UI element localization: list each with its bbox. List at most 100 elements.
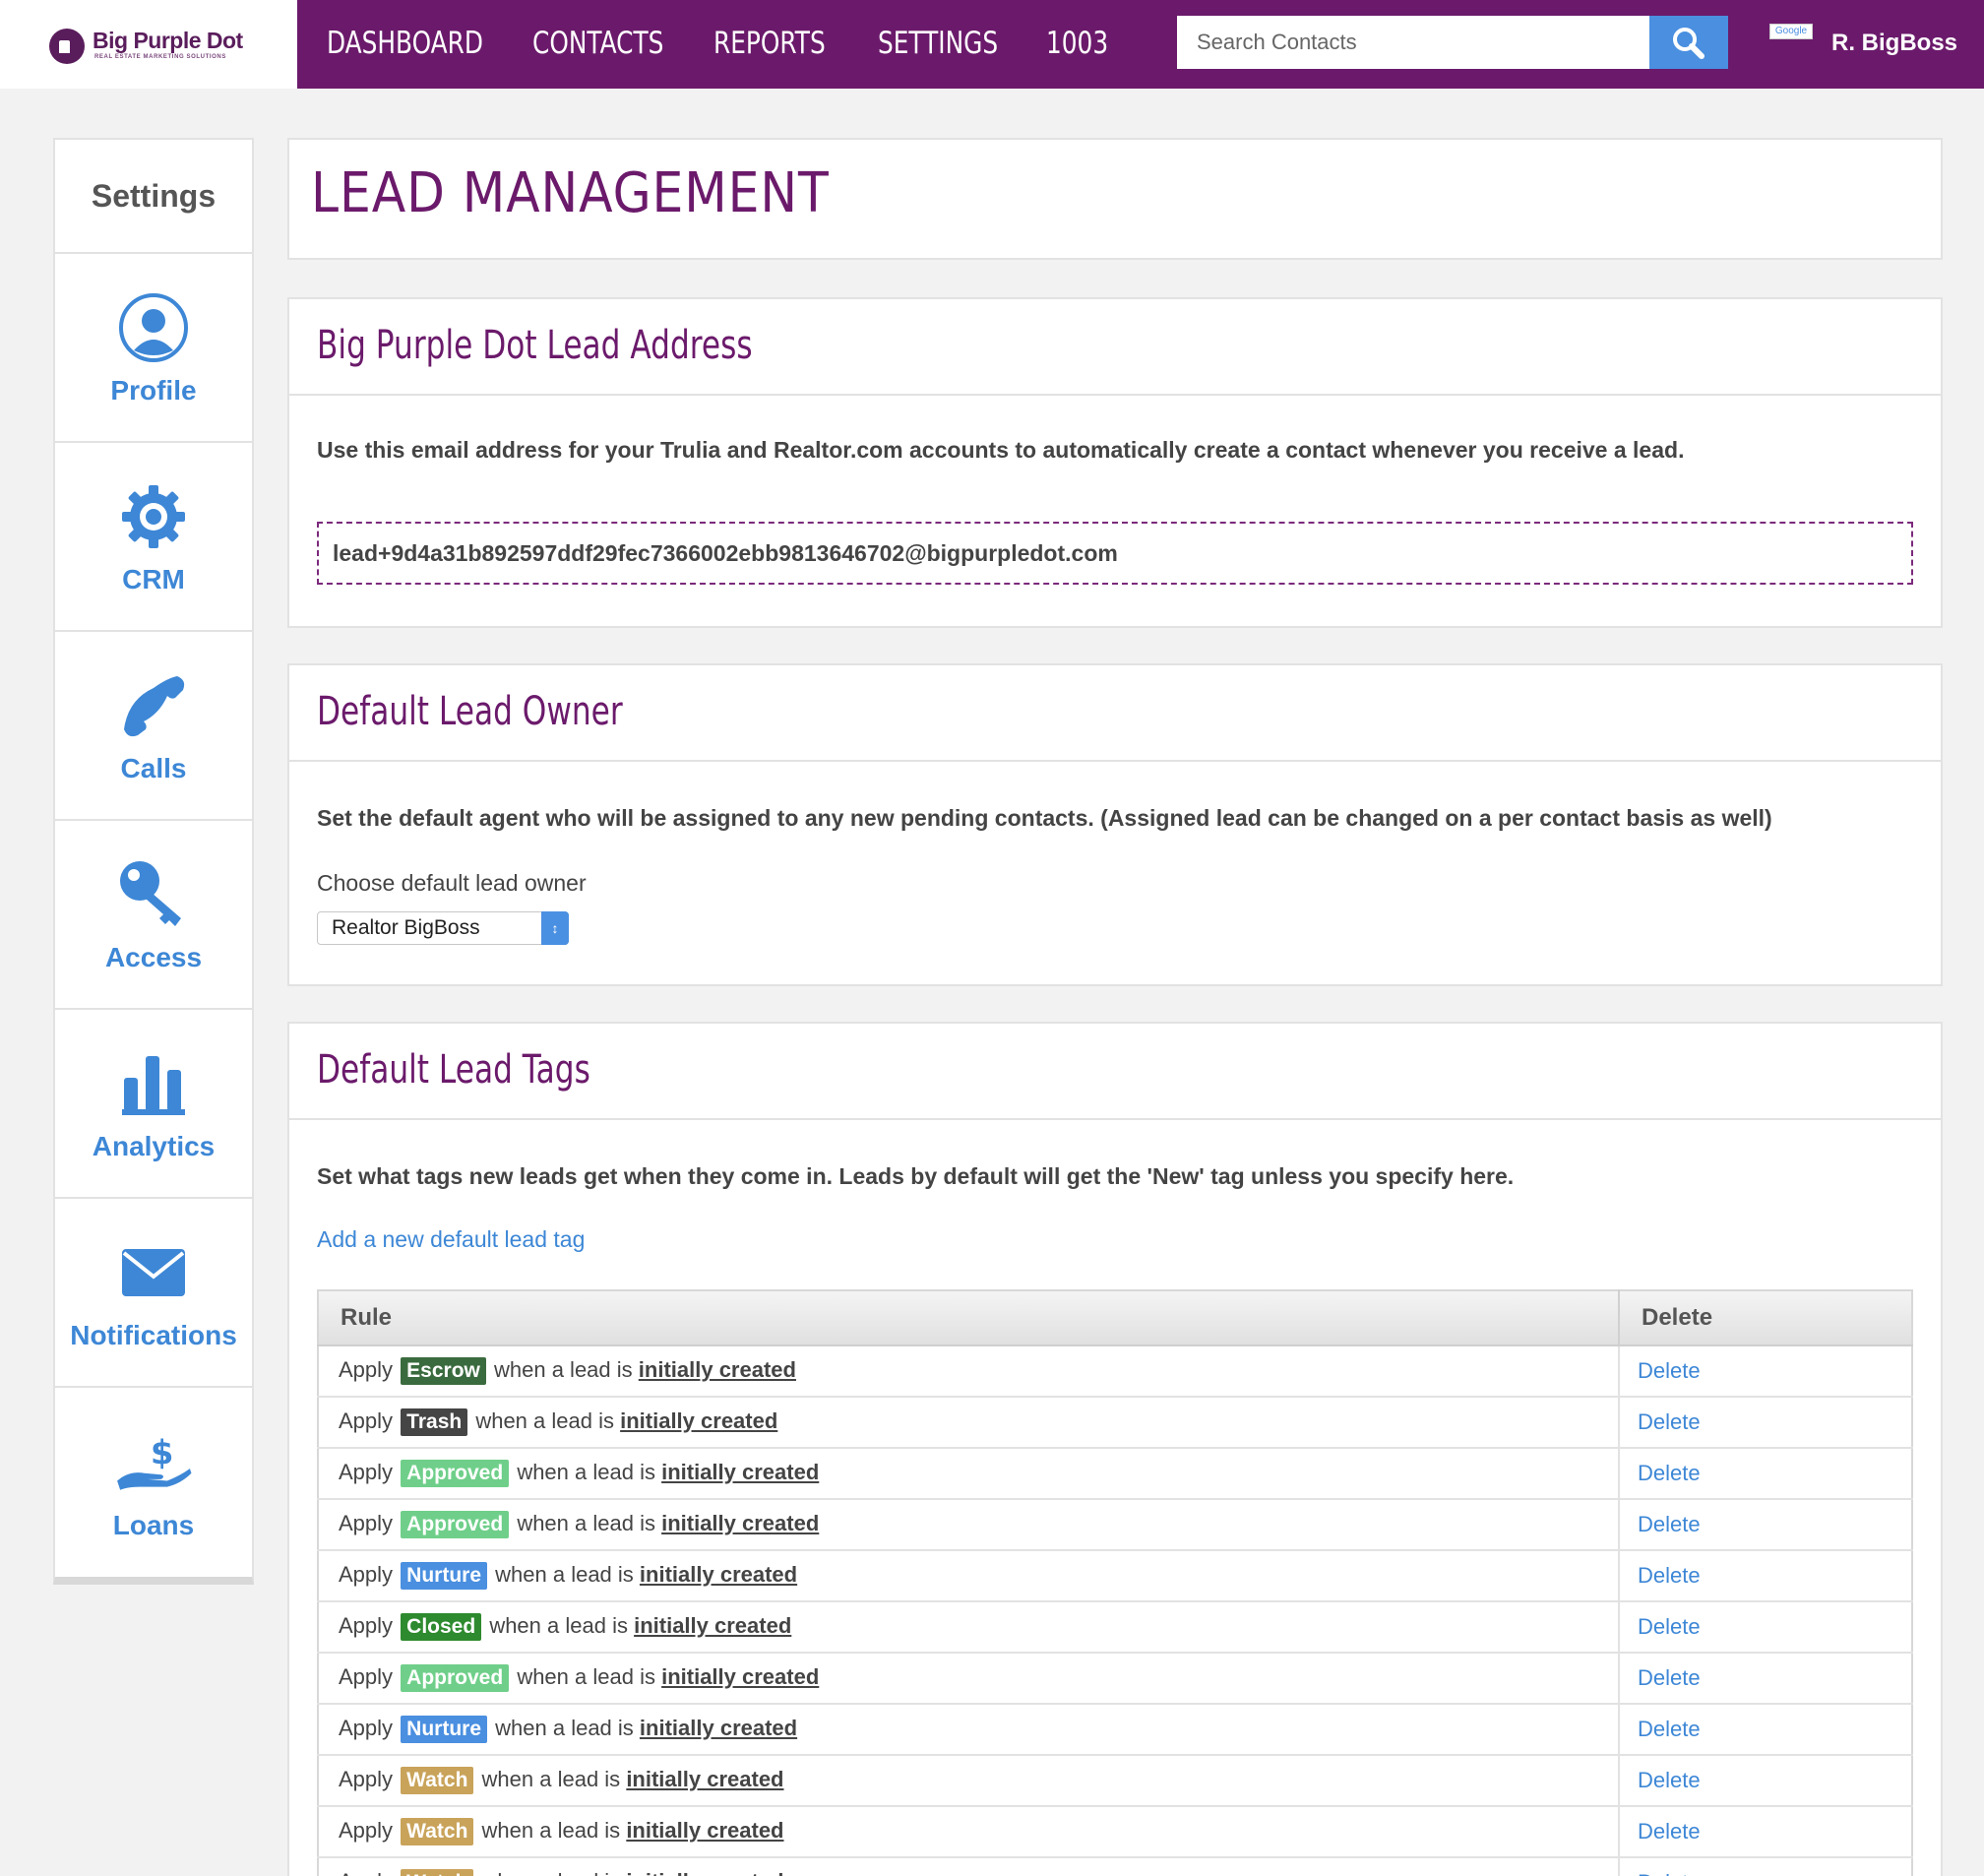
sidebar-item-label: Loans (112, 1510, 195, 1540)
sidebar-item-profile[interactable]: Profile (55, 254, 252, 443)
add-default-tag-link[interactable]: Add a new default lead tag (317, 1226, 585, 1253)
lead-tags-description: Set what tags new leads get when they co… (317, 1163, 1515, 1189)
key-icon (114, 855, 193, 934)
page-title: LEAD MANAGEMENT (311, 161, 830, 225)
delete-link[interactable]: Delete (1618, 1754, 1912, 1806)
nav-dashboard[interactable]: DASHBOARD (327, 26, 483, 61)
nav-contacts[interactable]: CONTACTS (532, 26, 663, 61)
rule-event-link[interactable]: initially created (620, 1408, 777, 1433)
column-header-delete: Delete (1619, 1290, 1912, 1346)
delete-link[interactable]: Delete (1618, 1600, 1912, 1653)
delete-link[interactable]: Delete (1618, 1396, 1912, 1448)
delete-link[interactable]: Delete (1618, 1652, 1912, 1704)
user-menu[interactable]: R. BigBoss (1831, 30, 1957, 57)
delete-link[interactable]: Delete (1618, 1703, 1912, 1755)
rule-event-link[interactable]: initially created (661, 1460, 819, 1484)
panel-heading: Big Purple Dot Lead Address (317, 323, 753, 368)
delete-link[interactable]: Delete (1618, 1805, 1912, 1857)
rule-prefix: Apply (339, 1664, 394, 1689)
rule-middle: when a lead is (481, 1818, 621, 1843)
settings-sidebar: Settings Profile CRM Calls Access Analyt… (53, 138, 254, 1585)
rule-event-link[interactable]: initially created (634, 1613, 791, 1638)
delete-link[interactable]: Delete (1618, 1344, 1912, 1397)
brand-name: Big Purple Dot (93, 28, 243, 53)
lead-tags-table: Rule Delete Apply Escrow when a lead is … (317, 1289, 1913, 1876)
tag-badge: Watch (401, 1767, 474, 1794)
rule-event-link[interactable]: initially created (626, 1869, 783, 1876)
tag-badge: Approved (401, 1664, 510, 1692)
rule-prefix: Apply (339, 1716, 394, 1740)
tag-badge: Escrow (401, 1357, 486, 1385)
lead-address-description: Use this email address for your Trulia a… (317, 437, 1685, 463)
rule-middle: when a lead is (475, 1408, 614, 1433)
search-input[interactable] (1177, 16, 1649, 69)
rule-middle: when a lead is (517, 1460, 655, 1484)
rule-cell: Apply Watch when a lead is initially cre… (318, 1805, 1619, 1857)
tag-badge: Approved (401, 1460, 510, 1487)
bar-chart-icon (114, 1044, 193, 1123)
nav-settings[interactable]: SETTINGS (878, 26, 998, 61)
lead-owner-description: Set the default agent who will be assign… (317, 805, 1772, 831)
rule-event-link[interactable]: initially created (640, 1716, 797, 1740)
sidebar-heading: Settings (55, 140, 252, 254)
rule-middle: when a lead is (494, 1357, 633, 1382)
sidebar-item-label: Profile (110, 375, 197, 406)
brand-logo[interactable]: Big Purple Dot REAL ESTATE MARKETING SOL… (0, 0, 297, 89)
lead-address-panel: Big Purple Dot Lead Address Use this ema… (287, 297, 1943, 628)
tag-badge: Watch (401, 1869, 474, 1876)
lead-owner-label: Choose default lead owner (317, 870, 587, 896)
rule-event-link[interactable]: initially created (639, 1357, 796, 1382)
lead-email-address[interactable]: lead+9d4a31b892597ddf29fec7366002ebb9813… (317, 522, 1913, 585)
table-row: Apply Watch when a lead is initially cre… (318, 1805, 1912, 1857)
table-row: Apply Watch when a lead is initially cre… (318, 1754, 1912, 1806)
rule-event-link[interactable]: initially created (626, 1767, 783, 1791)
delete-link[interactable]: Delete (1618, 1549, 1912, 1601)
rule-prefix: Apply (339, 1408, 394, 1433)
google-badge: Google (1769, 24, 1813, 39)
panel-heading: Default Lead Owner (317, 689, 623, 734)
search-icon (1673, 28, 1705, 59)
table-row: Apply Approved when a lead is initially … (318, 1447, 1912, 1499)
rule-prefix: Apply (339, 1869, 393, 1876)
nav-1003[interactable]: 1003 (1046, 26, 1108, 61)
page-title-panel: LEAD MANAGEMENT (287, 138, 1943, 260)
rule-cell: Apply Approved when a lead is initially … (318, 1652, 1619, 1704)
tag-badge: Trash (401, 1408, 468, 1436)
column-header-rule: Rule (318, 1290, 1620, 1346)
rule-prefix: Apply (339, 1818, 394, 1843)
rule-prefix: Apply (339, 1613, 394, 1638)
sidebar-item-calls[interactable]: Calls (55, 632, 252, 821)
sidebar-item-analytics[interactable]: Analytics (55, 1010, 252, 1199)
rule-event-link[interactable]: initially created (640, 1562, 797, 1587)
table-row: Apply Escrow when a lead is initially cr… (318, 1344, 1912, 1397)
envelope-icon (114, 1233, 193, 1312)
rule-middle: when a lead is (489, 1613, 628, 1638)
nav-reports[interactable]: REPORTS (713, 26, 826, 61)
panel-header: Default Lead Tags (289, 1024, 1941, 1120)
rule-prefix: Apply (339, 1357, 394, 1382)
rule-prefix: Apply (339, 1767, 394, 1791)
gear-icon (114, 477, 193, 556)
panel-header: Default Lead Owner (289, 665, 1941, 762)
rule-event-link[interactable]: initially created (661, 1664, 819, 1689)
sidebar-item-loans[interactable]: $ Loans (55, 1388, 252, 1577)
sidebar-item-label: Access (104, 942, 203, 972)
sidebar-item-notifications[interactable]: Notifications (55, 1199, 252, 1388)
delete-link[interactable]: Delete (1618, 1856, 1912, 1876)
sidebar-item-crm[interactable]: CRM (55, 443, 252, 632)
search-bar (1177, 16, 1728, 69)
rule-cell: Apply Nurture when a lead is initially c… (318, 1549, 1619, 1601)
chevron-up-down-icon: ↕ (541, 911, 569, 945)
profile-icon (114, 288, 193, 367)
delete-link[interactable]: Delete (1618, 1498, 1912, 1550)
lead-tags-panel: Default Lead Tags Set what tags new lead… (287, 1022, 1943, 1876)
lead-owner-select[interactable]: Realtor BigBoss ↕ (317, 911, 569, 945)
rule-cell: Apply Trash when a lead is initially cre… (318, 1396, 1619, 1448)
sidebar-item-access[interactable]: Access (55, 821, 252, 1010)
rule-event-link[interactable]: initially created (661, 1511, 819, 1535)
delete-link[interactable]: Delete (1618, 1447, 1912, 1499)
sidebar-item-label: Notifications (70, 1320, 237, 1350)
rule-event-link[interactable]: initially created (626, 1818, 783, 1843)
panel-heading: Default Lead Tags (317, 1047, 590, 1093)
search-button[interactable] (1649, 16, 1728, 69)
